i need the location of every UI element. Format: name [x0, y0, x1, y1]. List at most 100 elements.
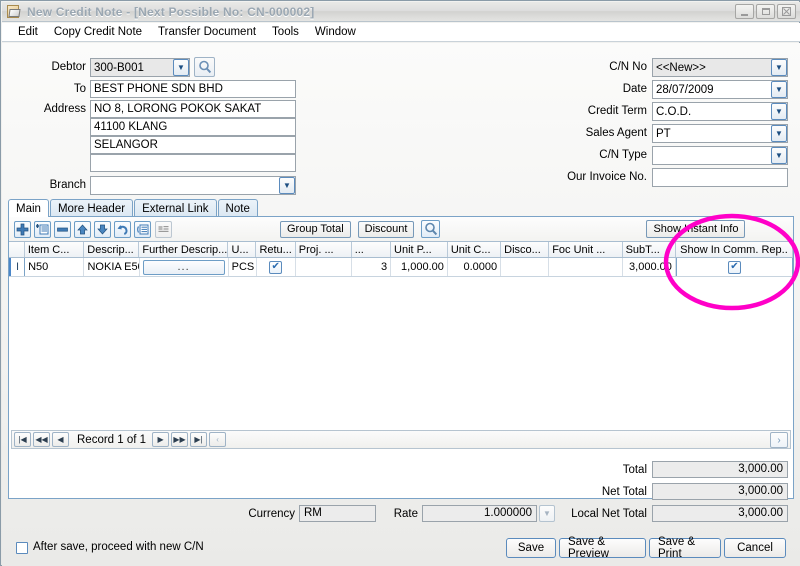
undo-icon[interactable] — [114, 220, 131, 238]
cell-item-code[interactable]: N50 — [25, 258, 85, 276]
col-return[interactable]: Retu... — [256, 242, 296, 257]
cell-description[interactable]: NOKIA E50 — [84, 258, 140, 276]
col-qty[interactable]: ... — [351, 242, 392, 257]
address-line-4[interactable] — [90, 154, 296, 172]
row-selector[interactable]: I — [9, 258, 26, 276]
chevron-down-icon[interactable]: ▼ — [771, 81, 787, 98]
chevron-down-icon[interactable]: ▼ — [173, 59, 189, 76]
chevron-down-icon[interactable]: ▼ — [771, 125, 787, 142]
show-in-comm-rep-checkbox[interactable]: ✔ — [727, 260, 741, 274]
discount-button[interactable]: Discount — [357, 220, 415, 238]
address-line-2[interactable]: 41100 KLANG — [90, 118, 296, 136]
save-print-button[interactable]: Save & Print — [649, 536, 721, 560]
cell-subtotal[interactable]: 3,000.00 — [623, 258, 676, 276]
group-total-button[interactable]: Group Total — [280, 220, 351, 238]
debtor-label: Debtor — [51, 61, 86, 73]
tab-main[interactable]: Main — [8, 199, 49, 217]
cell-qty[interactable]: 3 — [352, 258, 392, 276]
cell-project[interactable] — [296, 258, 352, 276]
next-record-button[interactable]: ▶ — [152, 432, 170, 447]
save-preview-button[interactable]: Save & Preview — [559, 536, 646, 560]
add-row-icon[interactable] — [14, 220, 31, 238]
col-discount[interactable]: Disco... — [501, 242, 550, 257]
move-down-icon[interactable] — [94, 220, 111, 238]
chevron-down-icon[interactable]: ▼ — [279, 177, 295, 194]
further-description-button[interactable]: ... — [142, 259, 225, 275]
sales-agent-value: PT — [656, 127, 671, 140]
debtor-combo[interactable]: 300-B001 ▼ — [90, 58, 190, 77]
tab-note[interactable]: Note — [217, 199, 258, 217]
prev-page-button[interactable]: ◀◀ — [33, 432, 50, 447]
menu-window[interactable]: Window — [307, 24, 364, 40]
date-label: Date — [622, 83, 647, 95]
prev-record-button[interactable]: ◀ — [52, 432, 69, 447]
address-line-3[interactable]: SELANGOR — [90, 136, 296, 154]
sales-agent-label: Sales Agent — [585, 127, 647, 139]
move-up-icon[interactable] — [74, 220, 91, 238]
menu-edit[interactable]: Edit — [10, 24, 46, 40]
window-controls — [735, 4, 796, 19]
menu-transfer-document[interactable]: Transfer Document — [150, 24, 264, 40]
chevron-down-icon[interactable]: ▼ — [771, 147, 787, 164]
debtor-lookup-button[interactable] — [194, 57, 215, 77]
scroll-right-button[interactable]: › — [770, 432, 788, 448]
tab-external-link[interactable]: External Link — [134, 199, 217, 217]
cancel-button[interactable]: Cancel — [724, 538, 786, 558]
indent-icon[interactable] — [134, 220, 151, 238]
cell-unit-cost[interactable]: 0.0000 — [448, 258, 502, 276]
cell-discount[interactable] — [501, 258, 550, 276]
cell-further-description[interactable]: ... — [140, 258, 229, 276]
menu-tools[interactable]: Tools — [264, 24, 307, 40]
credit-term-value: C.O.D. — [656, 105, 692, 118]
cell-uom[interactable]: PCS — [229, 258, 257, 276]
grid-header-selector — [9, 242, 25, 257]
col-foc-unit[interactable]: Foc Unit ... — [549, 242, 623, 257]
sales-agent-combo[interactable]: PT ▼ — [652, 124, 788, 143]
chevron-down-icon[interactable]: ▼ — [771, 59, 787, 76]
next-page-button[interactable]: ▶▶ — [171, 432, 189, 447]
cell-foc-unit[interactable] — [549, 258, 623, 276]
date-combo[interactable]: 28/07/2009 ▼ — [652, 80, 788, 99]
credit-term-combo[interactable]: C.O.D. ▼ — [652, 102, 788, 121]
expand-panel-button[interactable]: ‹ — [209, 432, 227, 447]
cell-return[interactable]: ✔ — [257, 258, 296, 276]
show-instant-info-button[interactable]: Show Instant Info — [646, 220, 746, 238]
menu-copy-credit-note[interactable]: Copy Credit Note — [46, 24, 150, 40]
currency-label: Currency — [248, 508, 295, 520]
cell-unit-price[interactable]: 1,000.00 — [391, 258, 448, 276]
last-record-button[interactable]: ▶| — [190, 432, 208, 447]
cell-show-in-comm-rep[interactable]: ✔ — [675, 258, 794, 276]
rate-chevron-down-icon[interactable]: ▼ — [539, 505, 555, 522]
col-project[interactable]: Proj. ... — [295, 242, 352, 257]
to-field[interactable]: BEST PHONE SDN BHD — [90, 80, 296, 98]
rate-value[interactable]: 1.000000 — [422, 505, 537, 522]
col-uom[interactable]: U... — [228, 242, 257, 257]
col-description[interactable]: Descrip... — [84, 242, 140, 257]
cn-no-combo[interactable]: <<New>> ▼ — [652, 58, 788, 77]
col-further-description[interactable]: Further Descrip... — [139, 242, 229, 257]
branch-combo[interactable]: ▼ — [90, 176, 296, 195]
first-record-button[interactable]: |◀ — [14, 432, 31, 447]
tab-more-header[interactable]: More Header — [49, 199, 134, 217]
col-show-in-comm-rep[interactable]: Show In Comm. Rep.. — [675, 242, 793, 257]
col-subtotal[interactable]: SubT... — [622, 242, 676, 257]
return-checkbox[interactable]: ✔ — [269, 260, 283, 274]
delete-row-icon[interactable] — [54, 220, 71, 238]
chevron-down-icon[interactable]: ▼ — [771, 103, 787, 120]
col-unit-cost[interactable]: Unit C... — [447, 242, 502, 257]
minimize-button[interactable] — [735, 4, 754, 19]
after-save-checkbox[interactable] — [16, 542, 28, 554]
after-save-label: After save, proceed with new C/N — [33, 541, 204, 553]
close-button[interactable] — [777, 4, 796, 19]
save-button[interactable]: Save — [506, 538, 556, 558]
grid-search-button[interactable] — [421, 220, 441, 238]
window-title: New Credit Note - [Next Possible No: CN-… — [27, 4, 315, 19]
insert-row-icon[interactable] — [34, 220, 51, 238]
table-row[interactable]: I N50 NOKIA E50 ... PCS ✔ 3 1,000.00 0.0… — [9, 258, 794, 277]
col-unit-price[interactable]: Unit P... — [391, 242, 448, 257]
our-invoice-no-field[interactable] — [652, 168, 788, 187]
cn-type-combo[interactable]: ▼ — [652, 146, 788, 165]
maximize-button[interactable] — [756, 4, 775, 19]
address-line-1[interactable]: NO 8, LORONG POKOK SAKAT — [90, 100, 296, 118]
col-item-code[interactable]: Item C... — [24, 242, 85, 257]
